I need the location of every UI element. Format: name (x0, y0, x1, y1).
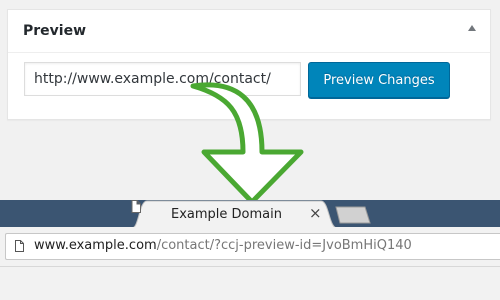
metabox-header[interactable]: Preview (8, 10, 490, 53)
address-url: www.example.com/contact/?ccj-preview-id=… (34, 238, 412, 253)
preview-metabox: Preview Preview Changes (7, 9, 491, 120)
close-icon[interactable]: × (309, 204, 322, 222)
toolbar-divider (0, 266, 500, 267)
triangle-up-icon[interactable] (468, 25, 476, 31)
address-bar[interactable]: www.example.com/contact/?ccj-preview-id=… (5, 233, 500, 260)
browser-tab[interactable]: Example Domain × (131, 200, 341, 228)
document-icon (131, 200, 141, 213)
document-icon (15, 240, 24, 252)
preview-changes-button[interactable]: Preview Changes (308, 62, 450, 98)
url-host: www.example.com (34, 238, 157, 253)
tab-title: Example Domain (171, 207, 282, 222)
preview-url-input[interactable] (24, 62, 301, 96)
metabox-title: Preview (23, 23, 87, 39)
url-path: /contact/?ccj-preview-id=JvoBmHiQ140 (156, 238, 412, 253)
